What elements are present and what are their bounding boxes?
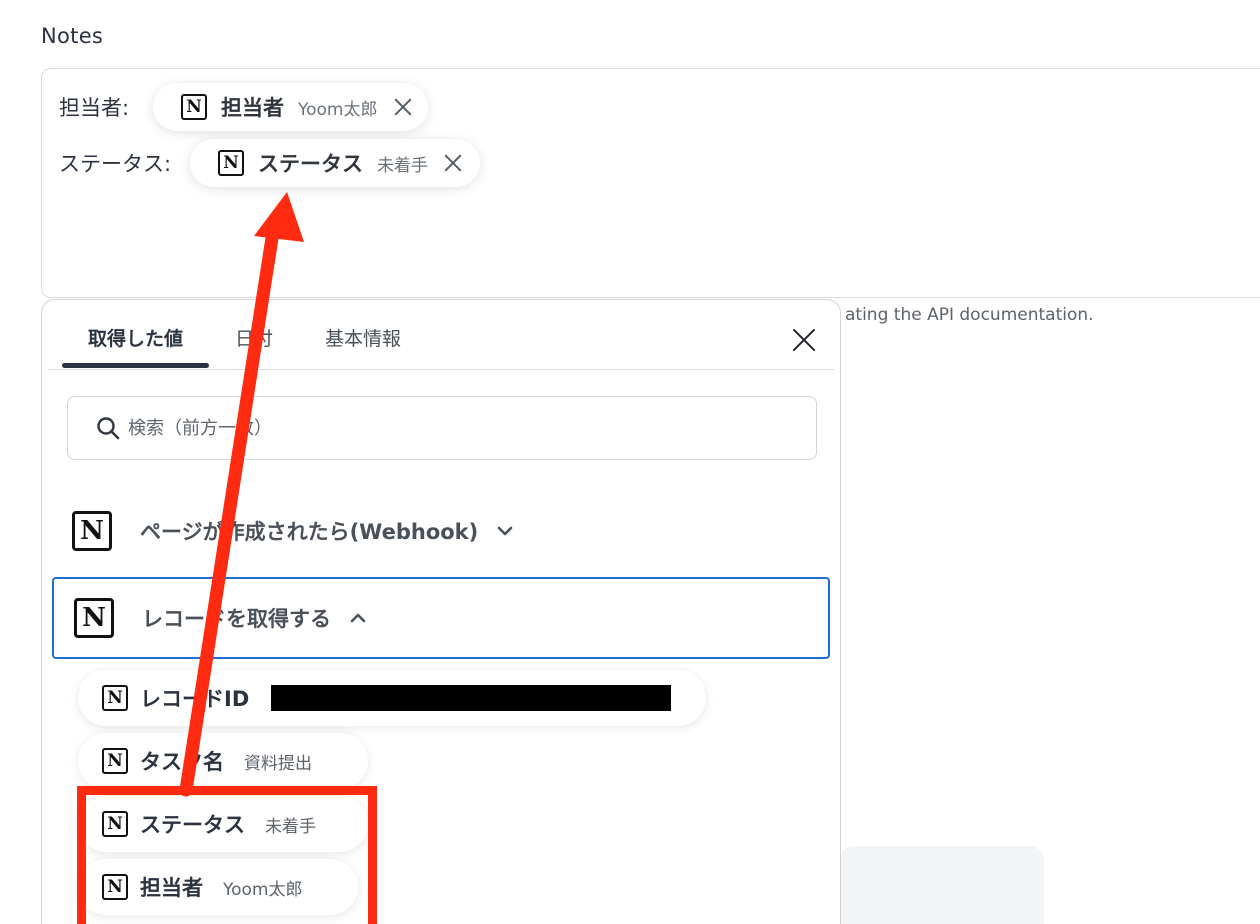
chevron-down-icon (497, 526, 513, 536)
close-icon[interactable] (392, 96, 414, 118)
notes-row-label-status: ステータス: (59, 152, 172, 176)
notes-chip-status[interactable]: N ステータス 未着手 (190, 139, 480, 187)
background-card (840, 846, 1044, 924)
tabs-divider (48, 369, 834, 370)
search-box[interactable] (67, 396, 817, 460)
close-icon[interactable] (791, 327, 817, 353)
search-icon (97, 417, 120, 440)
value-picker-panel: 取得した値 日付 基本情報 N ページが作成されたら(Webhook) N レコ… (41, 299, 841, 924)
item-value: 未着手 (265, 816, 316, 837)
chevron-up-icon (350, 613, 366, 623)
notion-icon: N (102, 811, 128, 837)
notes-label: Notes (41, 24, 104, 48)
tab-retrieved-values[interactable]: 取得した値 (88, 324, 183, 351)
item-record-id[interactable]: N レコードID (78, 670, 706, 726)
chip-title: 担当者 (221, 96, 284, 120)
item-title: ステータス (140, 813, 245, 837)
notion-icon: N (102, 748, 128, 774)
group-page-created-webhook[interactable]: N ページが作成されたら(Webhook) (52, 490, 830, 572)
item-assignee[interactable]: N 担当者 Yoom太郎 (78, 859, 358, 915)
group-label: レコードを取得する (142, 607, 331, 631)
chip-value: Yoom太郎 (298, 99, 378, 120)
chip-value: 未着手 (377, 155, 428, 176)
notes-chip-assignee[interactable]: N 担当者 Yoom太郎 (153, 83, 428, 131)
close-icon[interactable] (442, 152, 464, 174)
notion-icon: N (102, 874, 128, 900)
search-input[interactable] (128, 417, 728, 439)
notes-row-label-assignee: 担当者: (59, 96, 130, 120)
helper-text: ating the API documentation. (845, 305, 1094, 325)
group-get-record[interactable]: N レコードを取得する (52, 577, 830, 659)
tab-date[interactable]: 日付 (235, 324, 273, 351)
item-status[interactable]: N ステータス 未着手 (78, 796, 368, 852)
notion-icon: N (74, 598, 114, 638)
item-value: Yoom太郎 (223, 879, 303, 900)
item-task-name[interactable]: N タスク名 資料提出 (78, 733, 368, 789)
chip-title: ステータス (258, 152, 363, 176)
group-label: ページが作成されたら(Webhook) (140, 520, 479, 544)
item-value: 資料提出 (244, 753, 312, 774)
notion-icon: N (218, 150, 244, 176)
item-title: レコードID (140, 687, 250, 711)
redacted-value (271, 685, 672, 711)
notion-icon: N (181, 94, 207, 120)
active-tab-indicator (62, 363, 209, 368)
tab-basic-info[interactable]: 基本情報 (325, 324, 401, 351)
item-title: タスク名 (140, 750, 224, 774)
notion-icon: N (102, 685, 128, 711)
item-title: 担当者 (140, 876, 203, 900)
notion-icon: N (72, 511, 112, 551)
